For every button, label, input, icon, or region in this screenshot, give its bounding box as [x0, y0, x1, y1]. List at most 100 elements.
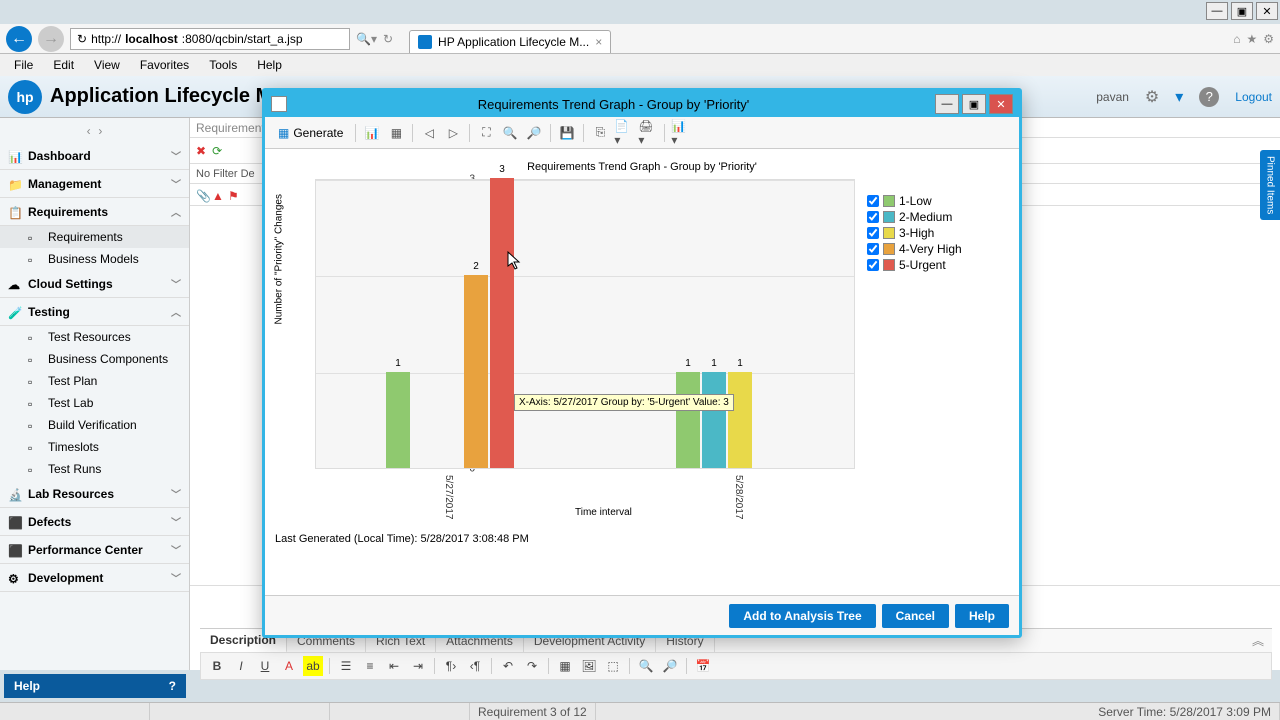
bar-veryhigh-0[interactable]: 2 [464, 275, 488, 468]
highlight-button[interactable]: ab [303, 656, 323, 676]
window-close-button[interactable]: ✕ [1256, 2, 1278, 20]
legend-checkbox[interactable] [867, 259, 879, 271]
date-button[interactable]: 📅 [693, 656, 713, 676]
nav-group-management[interactable]: 📁Management﹀ [0, 170, 189, 198]
address-bar[interactable]: ↻ http://localhost:8080/qcbin/start_a.js… [70, 28, 350, 50]
copy-button[interactable]: 📄▾ [613, 122, 635, 144]
collapse-panel-icon[interactable]: ︽ [1244, 632, 1272, 649]
table-button[interactable]: ▦ [555, 656, 575, 676]
browser-forward-button[interactable]: → [38, 26, 64, 52]
nav-item-business-components[interactable]: ▫Business Components [0, 348, 189, 370]
legend-checkbox[interactable] [867, 195, 879, 207]
zoom-in-button[interactable]: 🔎 [660, 656, 680, 676]
nav-group-testing[interactable]: 🧪Testing︿ [0, 298, 189, 326]
alert-icon[interactable]: ▲ [212, 189, 224, 201]
settings-icon[interactable]: ⚙ [1263, 32, 1274, 46]
nav-item-requirements[interactable]: ▫Requirements [0, 226, 189, 248]
underline-button[interactable]: U [255, 656, 275, 676]
indent-button[interactable]: ⇥ [408, 656, 428, 676]
search-icon[interactable]: 🔍▾ [356, 32, 377, 46]
menu-view[interactable]: View [86, 56, 128, 74]
browser-tab[interactable]: HP Application Lifecycle M... × [409, 30, 611, 53]
redo-button[interactable]: ↷ [522, 656, 542, 676]
dialog-maximize-button[interactable]: ▣ [962, 94, 986, 114]
nav-group-defects[interactable]: ⬛Defects﹀ [0, 508, 189, 536]
menu-favorites[interactable]: Favorites [132, 56, 197, 74]
nav-item-timeslots[interactable]: ▫Timeslots [0, 436, 189, 458]
image-button[interactable]: 🖼 [579, 656, 599, 676]
nav-item-test-lab[interactable]: ▫Test Lab [0, 392, 189, 414]
outdent-button[interactable]: ⇤ [384, 656, 404, 676]
zoom-in-chart-button[interactable]: 🔍 [499, 122, 521, 144]
nav-group-dashboard[interactable]: 📊Dashboard﹀ [0, 142, 189, 170]
nav-prev-icon[interactable]: ‹ [87, 124, 91, 138]
add-to-analysis-button[interactable]: Add to Analysis Tree [729, 604, 875, 628]
nav-item-business-models[interactable]: ▫Business Models [0, 248, 189, 270]
home-icon[interactable]: ⌂ [1233, 32, 1240, 46]
delete-icon[interactable]: ✖ [196, 144, 206, 158]
flag-icon[interactable]: ⚑ [228, 189, 240, 201]
undo-button[interactable]: ↶ [498, 656, 518, 676]
menu-file[interactable]: File [6, 56, 41, 74]
grid-view-button[interactable]: ▦ [385, 122, 407, 144]
nav-item-test-runs[interactable]: ▫Test Runs [0, 458, 189, 480]
print-button[interactable]: 🖨▾ [637, 122, 659, 144]
gear-icon[interactable]: ⚙ [1145, 87, 1159, 107]
menu-tools[interactable]: Tools [201, 56, 245, 74]
window-minimize-button[interactable]: — [1206, 2, 1228, 20]
nav-item-test-plan[interactable]: ▫Test Plan [0, 370, 189, 392]
bullet-list-button[interactable]: ☰ [336, 656, 356, 676]
dialog-close-button[interactable]: ✕ [989, 94, 1013, 114]
cancel-button[interactable]: Cancel [882, 604, 949, 628]
nav-item-test-resources[interactable]: ▫Test Resources [0, 326, 189, 348]
legend-item-5-urgent[interactable]: 5-Urgent [867, 257, 997, 273]
refresh-icon[interactable]: ⟳ [212, 144, 222, 158]
menu-help[interactable]: Help [249, 56, 290, 74]
nav-next-icon[interactable]: › [98, 124, 102, 138]
nav-forward-button[interactable]: ▷ [442, 122, 464, 144]
nav-group-development[interactable]: ⚙Development﹀ [0, 564, 189, 592]
insert-button[interactable]: ⬚ [603, 656, 623, 676]
legend-item-2-medium[interactable]: 2-Medium [867, 209, 997, 225]
fullscreen-button[interactable]: ⛶ [475, 122, 497, 144]
legend-item-4-very-high[interactable]: 4-Very High [867, 241, 997, 257]
legend-checkbox[interactable] [867, 211, 879, 223]
nav-group-cloud-settings[interactable]: ☁Cloud Settings﹀ [0, 270, 189, 298]
dialog-minimize-button[interactable]: — [935, 94, 959, 114]
help-panel-button[interactable]: Help ? [4, 674, 186, 698]
attachment-icon[interactable]: 📎 [196, 189, 208, 201]
browser-back-button[interactable]: ← [6, 26, 32, 52]
font-color-button[interactable]: A [279, 656, 299, 676]
rtl-button[interactable]: ‹¶ [465, 656, 485, 676]
legend-checkbox[interactable] [867, 227, 879, 239]
nav-group-requirements[interactable]: 📋Requirements︿ [0, 198, 189, 226]
ltr-button[interactable]: ¶› [441, 656, 461, 676]
zoom-out-chart-button[interactable]: 🔎 [523, 122, 545, 144]
chart-type-button[interactable]: 📊▾ [670, 122, 692, 144]
italic-button[interactable]: I [231, 656, 251, 676]
legend-item-3-high[interactable]: 3-High [867, 225, 997, 241]
legend-item-1-low[interactable]: 1-Low [867, 193, 997, 209]
bold-button[interactable]: B [207, 656, 227, 676]
help-button[interactable]: Help [955, 604, 1009, 628]
menu-edit[interactable]: Edit [45, 56, 82, 74]
export-button[interactable]: ⎘ [589, 122, 611, 144]
legend-checkbox[interactable] [867, 243, 879, 255]
nav-group-lab-resources[interactable]: 🔬Lab Resources﹀ [0, 480, 189, 508]
help-icon[interactable]: ? [1199, 87, 1219, 107]
nav-back-button[interactable]: ◁ [418, 122, 440, 144]
chart-view-button[interactable]: 📊 [361, 122, 383, 144]
number-list-button[interactable]: ≡ [360, 656, 380, 676]
bar-medium-1[interactable]: 1 [702, 372, 726, 468]
nav-item-build-verification[interactable]: ▫Build Verification [0, 414, 189, 436]
window-maximize-button[interactable]: ▣ [1231, 2, 1253, 20]
zoom-out-button[interactable]: 🔍 [636, 656, 656, 676]
bar-low-1[interactable]: 1 [676, 372, 700, 468]
pinned-items-tab[interactable]: Pinned Items [1260, 150, 1280, 220]
reload-button[interactable]: ↻ [383, 32, 393, 46]
bar-high-1[interactable]: 1 [728, 372, 752, 468]
generate-button[interactable]: ▦Generate [271, 123, 350, 143]
logout-link[interactable]: Logout [1235, 90, 1272, 104]
bar-low-0[interactable]: 1 [386, 372, 410, 468]
chevron-down-icon[interactable]: ▾ [1175, 87, 1183, 107]
